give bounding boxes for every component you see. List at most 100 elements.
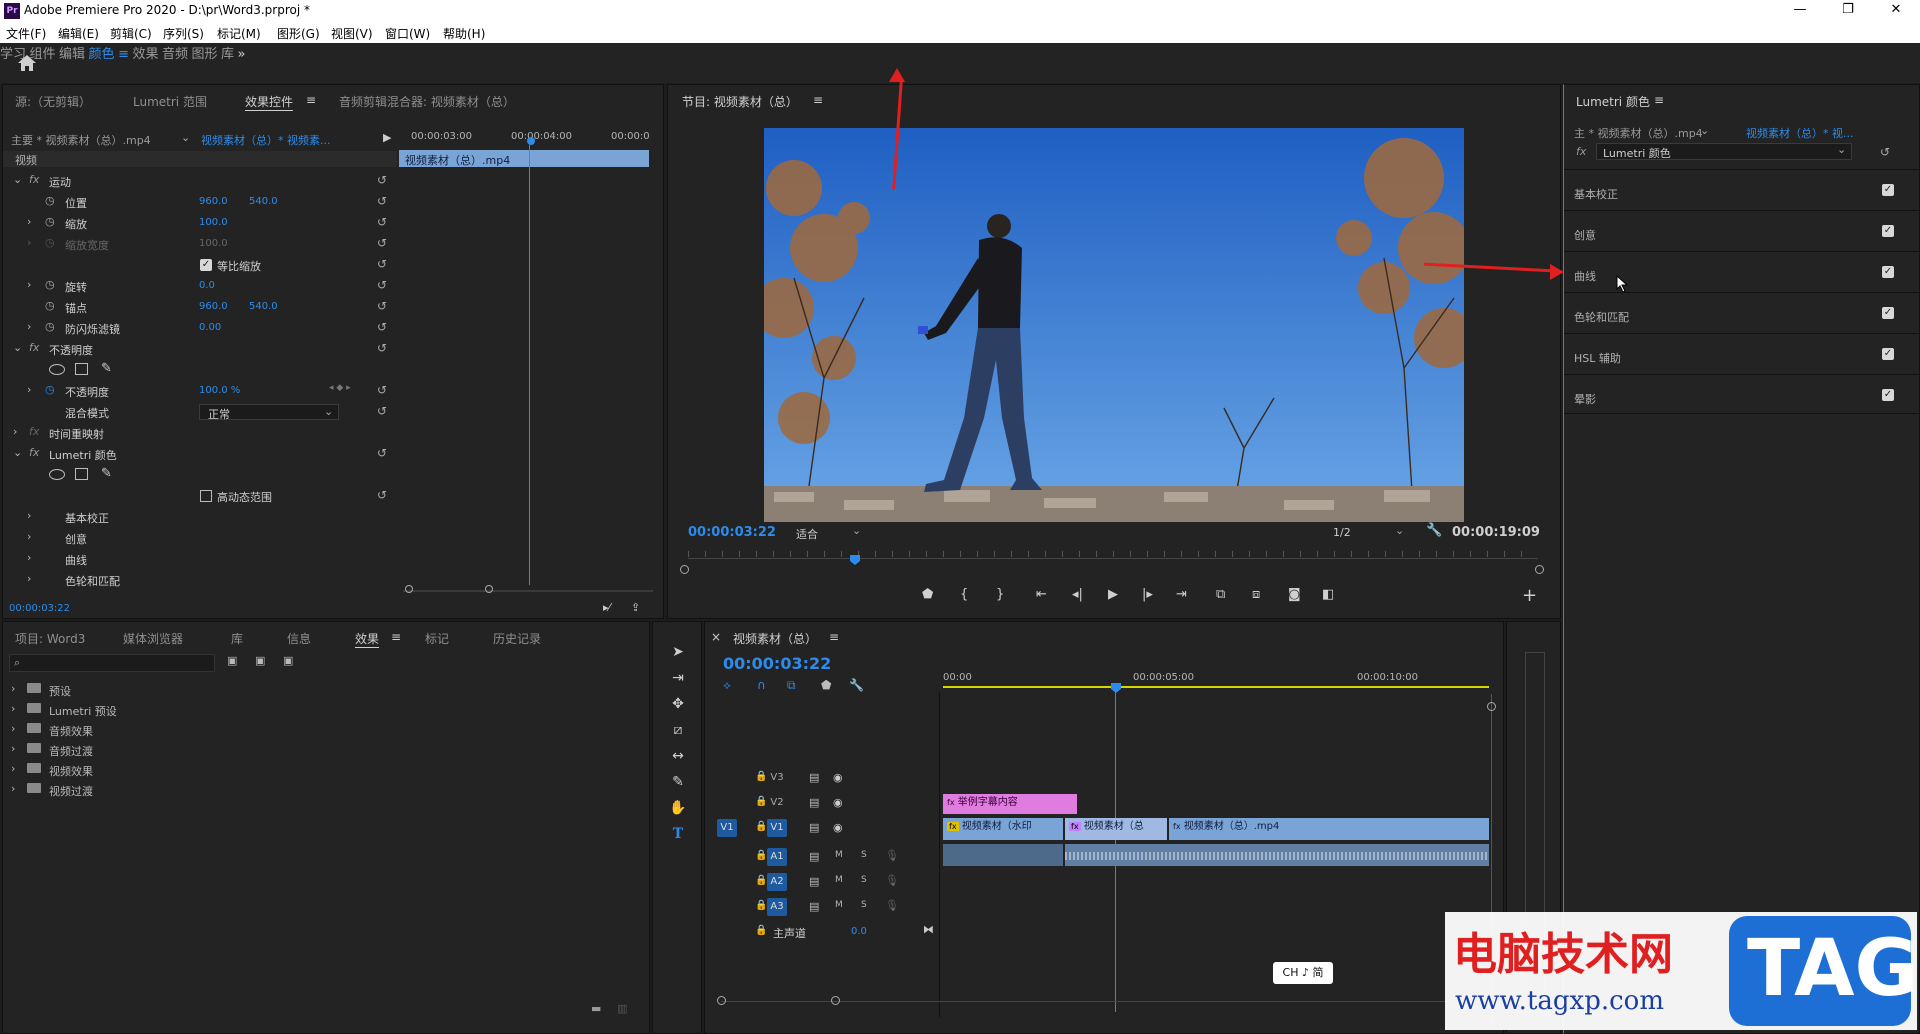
h-scroll-handle-right[interactable] [831,996,840,1005]
lock-icon[interactable]: 🔒 [755,925,767,936]
tab-effect-controls[interactable]: 效果控件 [245,93,294,111]
step-back-icon[interactable]: ◂| [1072,587,1083,602]
timeline-ruler[interactable]: 00:00 00:00:05:00 00:00:10:00 [943,666,1489,694]
workspace-tab-libraries[interactable]: 库 [221,47,234,62]
lumetri-effect-row[interactable]: ⌄ fx Lumetri 颜色 ↺ [3,444,663,464]
anchor-y-value[interactable]: 540.0 [249,301,278,312]
timeline-sequence-title[interactable]: 视频素材（总） [733,630,817,647]
lumetri-section-hsl-checkbox[interactable]: ✓ [1882,348,1894,360]
lumetri-sequence-clip[interactable]: 视频素材（总）* 视... [1746,125,1854,141]
sync-lock-icon[interactable]: ▤ [809,900,819,913]
chevron-down-icon[interactable]: ⌄ [181,131,190,144]
track-a3-label[interactable]: A3 [767,898,787,916]
workspace-menu-icon[interactable]: ≡ [118,47,129,62]
tab-audio-clip-mixer[interactable]: 音频剪辑混合器: 视频素材（总） [339,93,515,110]
vertical-scroll-handle[interactable] [1487,702,1496,711]
track-a2-label[interactable]: A2 [767,873,787,891]
track-v1-label[interactable]: V1 [767,819,787,837]
eye-icon[interactable]: ◉ [833,771,843,784]
lift-icon[interactable]: ⧉ [1216,587,1225,602]
close-button[interactable]: ✕ [1873,2,1919,20]
ellipse-mask-icon[interactable] [49,469,65,480]
razor-tool-icon[interactable]: ⧄ [667,722,689,744]
zoom-handle-right[interactable] [485,585,493,593]
v1-clip-watermark[interactable]: fx 视频素材（水印 [943,818,1063,840]
stopwatch-icon[interactable]: ◷ [45,194,55,207]
lock-icon[interactable]: 🔒 [755,875,767,886]
pen-tool-icon[interactable]: ✎ [667,774,689,796]
reset-icon[interactable]: ↺ [377,258,389,270]
reset-icon[interactable]: ↺ [377,216,389,228]
lumetri-section-basic-checkbox[interactable]: ✓ [1882,184,1894,196]
menu-window[interactable]: 窗口(W) [385,25,430,42]
lumetri-sub-basic[interactable]: › 基本校正 [3,507,663,527]
workspace-tab-audio[interactable]: 音频 [162,47,188,62]
sync-lock-icon[interactable]: ▤ [809,821,819,834]
resolution-select[interactable]: 1/2 ⌄ [1333,524,1409,541]
scale-value[interactable]: 100.0 [199,217,228,228]
microphone-icon[interactable]: 🎙 [885,899,899,912]
program-monitor-title[interactable]: 节目: 视频素材（总） [682,93,798,110]
lumetri-section-curves-checkbox[interactable]: ✓ [1882,266,1894,278]
close-sequence-icon[interactable]: × [711,630,721,644]
workspace-tab-graphics[interactable]: 图形 [192,47,218,62]
tab-markers[interactable]: 标记 [425,630,449,647]
reset-icon[interactable]: ↺ [1880,146,1892,158]
ime-indicator[interactable]: CH ♪ 简 [1273,962,1333,984]
chevron-down-icon[interactable]: ⌄ [1700,124,1709,137]
mute-button[interactable]: M [835,900,843,910]
reset-icon[interactable]: ↺ [377,321,389,333]
solo-button[interactable]: S [861,850,867,860]
stopwatch-icon[interactable]: ◷ [45,299,55,312]
stopwatch-icon[interactable]: ◷ [45,320,55,333]
opacity-section-row[interactable]: ⌄ fx 不透明度 ↺ [3,339,663,359]
ripple-edit-tool-icon[interactable]: ✥ [667,696,689,718]
mute-button[interactable]: M [835,875,843,885]
fit-select[interactable]: 适合 ⌄ [796,524,866,541]
zoom-scrollbar[interactable] [403,590,653,592]
workspace-tab-effects[interactable]: 效果 [132,47,158,62]
program-current-time[interactable]: 00:00:03:22 [688,525,776,540]
pen-mask-icon[interactable]: ✎ [101,361,112,376]
lumetri-sub-wheels[interactable]: › 色轮和匹配 [3,570,663,590]
reset-icon[interactable]: ↺ [377,279,389,291]
lumetri-section-vignette-checkbox[interactable]: ✓ [1882,389,1894,401]
tab-effects[interactable]: 效果 [355,630,380,648]
workspace-tab-editing[interactable]: 编辑 [59,47,85,62]
position-x-value[interactable]: 960.0 [199,196,228,207]
reset-icon[interactable]: ↺ [377,489,389,501]
menu-help[interactable]: 帮助(H) [443,25,485,42]
reset-icon[interactable]: ↺ [377,237,389,249]
wrench-settings-icon[interactable]: 🔧 [1426,523,1442,538]
lock-icon[interactable]: 🔒 [755,796,767,807]
workspace-more-icon[interactable]: » [238,47,246,62]
mark-out-icon[interactable]: } [996,587,1004,602]
sync-lock-icon[interactable]: ▤ [809,771,819,784]
work-area-bar[interactable] [943,686,1489,688]
add-marker-icon[interactable]: ⬟ [821,678,831,692]
type-tool-icon[interactable]: T [667,826,689,848]
nest-toggle-icon[interactable]: ⟡ [723,678,731,693]
program-playhead[interactable] [850,555,860,565]
effects-panel-menu-icon[interactable]: ≡ [391,630,401,644]
reset-icon[interactable]: ↺ [377,342,389,354]
motion-row[interactable]: ⌄ fx 运动 ↺ [3,171,663,191]
master-clip-label[interactable]: 主要 * 视频素材（总）.mp4 [11,132,151,148]
extract-icon[interactable]: ⧈ [1252,587,1260,602]
time-remap-row[interactable]: › fx 时间重映射 [3,423,663,443]
sequence-clip-label[interactable]: 视频素材（总）* 视频素... [201,132,331,148]
go-to-in-icon[interactable]: ⇤ [1036,587,1047,602]
play-icon[interactable]: ▶ [1108,587,1118,602]
effects-search-input[interactable]: ⌕ [9,654,215,672]
comparison-view-icon[interactable]: ◧ [1322,587,1334,602]
reset-icon[interactable]: ↺ [377,447,389,459]
trash-icon[interactable]: ▥ [617,1002,627,1015]
step-forward-icon[interactable]: |▸ [1142,587,1153,602]
folder-video-transitions[interactable]: › 视频过渡 [3,780,643,800]
track-v2-label[interactable]: V2 [767,794,787,812]
track-v3-label[interactable]: V3 [767,769,787,787]
zoom-handle-left[interactable] [405,585,413,593]
position-y-value[interactable]: 540.0 [249,196,278,207]
menu-clip[interactable]: 剪辑(C) [110,25,152,42]
workspace-tab-color[interactable]: 颜色 [89,47,115,62]
